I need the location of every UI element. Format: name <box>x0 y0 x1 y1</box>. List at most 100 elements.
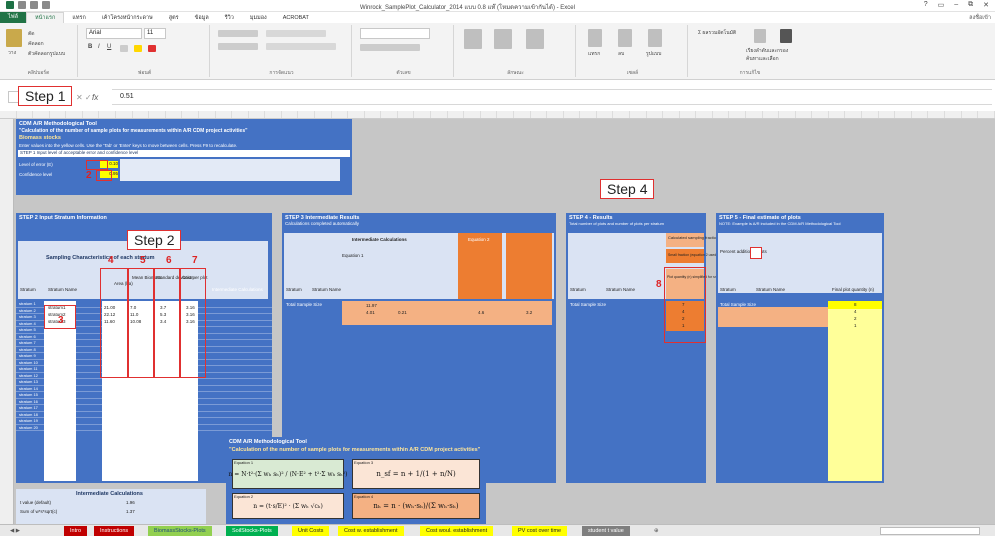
column-header-cell[interactable] <box>216 111 233 118</box>
horizontal-scrollbar[interactable] <box>880 527 980 535</box>
close-button[interactable]: ✕ <box>983 1 989 9</box>
sheet-tab-biomass[interactable]: BiomassStocks-Plots <box>148 526 212 536</box>
column-header-cell[interactable] <box>680 111 697 118</box>
column-header-cell[interactable] <box>17 111 34 118</box>
column-header-cell[interactable] <box>597 111 614 118</box>
copy-button[interactable]: คัดลอก <box>28 40 44 48</box>
column-header-cell[interactable] <box>265 111 282 118</box>
column-header-cell[interactable] <box>497 111 514 118</box>
column-header-cell[interactable] <box>879 111 896 118</box>
tab-page-layout[interactable]: เค้าโครงหน้ากระดาษ <box>94 14 161 22</box>
column-header-cell[interactable] <box>962 111 979 118</box>
column-header-cell[interactable] <box>33 111 50 118</box>
align-horizontal-icons[interactable] <box>218 43 258 50</box>
column-header-cell[interactable] <box>812 111 829 118</box>
redo-icon[interactable] <box>42 1 50 9</box>
sheet-tab-cost-wo-establishment[interactable]: Cost woul. establishment <box>420 526 494 536</box>
column-header-cell[interactable] <box>199 111 216 118</box>
paste-button[interactable]: วาง <box>8 49 16 57</box>
column-header-cell[interactable] <box>365 111 382 118</box>
tab-data[interactable]: ข้อมูล <box>187 14 217 22</box>
tab-home[interactable]: หน้าแรก <box>26 12 65 23</box>
column-header-cell[interactable] <box>895 111 912 118</box>
tab-file[interactable]: ไฟล์ <box>0 12 27 23</box>
column-header-cell[interactable] <box>166 111 183 118</box>
column-header-cell[interactable] <box>663 111 680 118</box>
sheet-tab-student-t[interactable]: student t value <box>582 526 630 536</box>
column-header-cell[interactable] <box>845 111 863 118</box>
conditional-format-icon[interactable] <box>464 29 482 49</box>
delete-cells-icon[interactable] <box>618 29 632 47</box>
sort-filter-icon[interactable] <box>754 29 766 43</box>
sheet-nav-icons[interactable]: ◀ ▶ <box>4 526 26 536</box>
italic-button[interactable]: I <box>98 44 100 50</box>
percent-additional-input[interactable] <box>750 247 762 259</box>
save-icon[interactable] <box>18 1 26 9</box>
formula-input[interactable]: 0.51 <box>120 93 134 100</box>
column-header-cell[interactable] <box>448 111 465 118</box>
sort-filter-button[interactable]: เรียงลำดับและกรอง <box>746 47 788 55</box>
sign-in-link[interactable]: ลงชื่อเข้า <box>969 14 995 22</box>
sheet-tab-cost-w-establishment[interactable]: Cost w. establishment <box>338 526 404 536</box>
column-header-cell[interactable] <box>282 111 299 118</box>
column-header-cell[interactable] <box>315 111 332 118</box>
column-header-cell[interactable] <box>862 111 879 118</box>
format-painter-button[interactable]: ตัวคัดลอกรูปแบบ <box>28 50 65 58</box>
column-header-cell[interactable] <box>232 111 249 118</box>
bold-button[interactable]: B <box>88 44 92 50</box>
minimize-button[interactable]: – <box>954 1 958 9</box>
tab-review[interactable]: รีวิว <box>217 14 242 22</box>
column-header-cell[interactable] <box>99 111 117 118</box>
column-header-cell[interactable] <box>713 111 730 118</box>
column-header-cell[interactable] <box>381 111 398 118</box>
column-header-cell[interactable] <box>580 111 597 118</box>
align-top-icons[interactable] <box>218 30 258 37</box>
cut-button[interactable]: ตัด <box>28 30 35 38</box>
column-header-cell[interactable] <box>66 111 83 118</box>
find-select-button[interactable]: ค้นหาและเลือก <box>746 55 779 63</box>
sheet-tab-instructions[interactable]: Instructions <box>94 526 135 536</box>
font-size-select[interactable]: 11 <box>144 28 166 39</box>
column-header-cell[interactable] <box>133 111 150 118</box>
column-header-cell[interactable] <box>779 111 796 118</box>
merge-center-button[interactable] <box>266 43 336 50</box>
tab-insert[interactable]: แทรก <box>64 14 93 22</box>
column-header-cell[interactable] <box>414 111 432 118</box>
sheet-tab-soil[interactable]: SoilStocks-Plots <box>226 526 278 536</box>
column-header-cell[interactable] <box>912 111 929 118</box>
column-header-cell[interactable] <box>613 111 630 118</box>
column-header-cell[interactable] <box>0 111 17 118</box>
column-header-cell[interactable] <box>796 111 813 118</box>
restore-button[interactable]: ⧉ <box>968 1 973 9</box>
column-header-cell[interactable] <box>149 111 166 118</box>
tab-acrobat[interactable]: ACROBAT <box>275 15 317 21</box>
column-header-cell[interactable] <box>514 111 531 118</box>
font-name-select[interactable]: Arial <box>86 28 142 39</box>
column-header-cell[interactable] <box>531 111 548 118</box>
column-header-cell[interactable] <box>729 111 747 118</box>
column-header-cell[interactable] <box>829 111 846 118</box>
sheet-tab-pv-cost[interactable]: PV cost over time <box>512 526 568 536</box>
column-header-cell[interactable] <box>696 111 713 118</box>
column-header-cell[interactable] <box>928 111 945 118</box>
ribbon-display-button[interactable]: ▭ <box>938 1 945 9</box>
column-header-cell[interactable] <box>50 111 67 118</box>
column-header-cell[interactable] <box>945 111 962 118</box>
undo-icon[interactable] <box>30 1 38 9</box>
delete-button[interactable]: ลบ <box>618 50 624 58</box>
column-header-cell[interactable] <box>332 111 349 118</box>
autosum-button[interactable]: Σ ผลรวมอัตโนมัติ <box>698 29 736 37</box>
column-header-cell[interactable] <box>978 111 995 118</box>
underline-button[interactable]: U <box>107 44 111 50</box>
column-header-cell[interactable] <box>398 111 415 118</box>
format-cells-icon[interactable] <box>648 29 662 47</box>
column-header-cell[interactable] <box>83 111 100 118</box>
add-sheet-icon[interactable]: ⊕ <box>648 526 665 536</box>
column-header-cell[interactable] <box>564 111 581 118</box>
find-select-icon[interactable] <box>780 29 792 43</box>
help-button[interactable]: ? <box>924 1 928 9</box>
column-header-cell[interactable] <box>348 111 365 118</box>
column-header-cell[interactable] <box>182 111 199 118</box>
format-button[interactable]: รูปแบบ <box>646 50 661 58</box>
column-header-cell[interactable] <box>481 111 498 118</box>
